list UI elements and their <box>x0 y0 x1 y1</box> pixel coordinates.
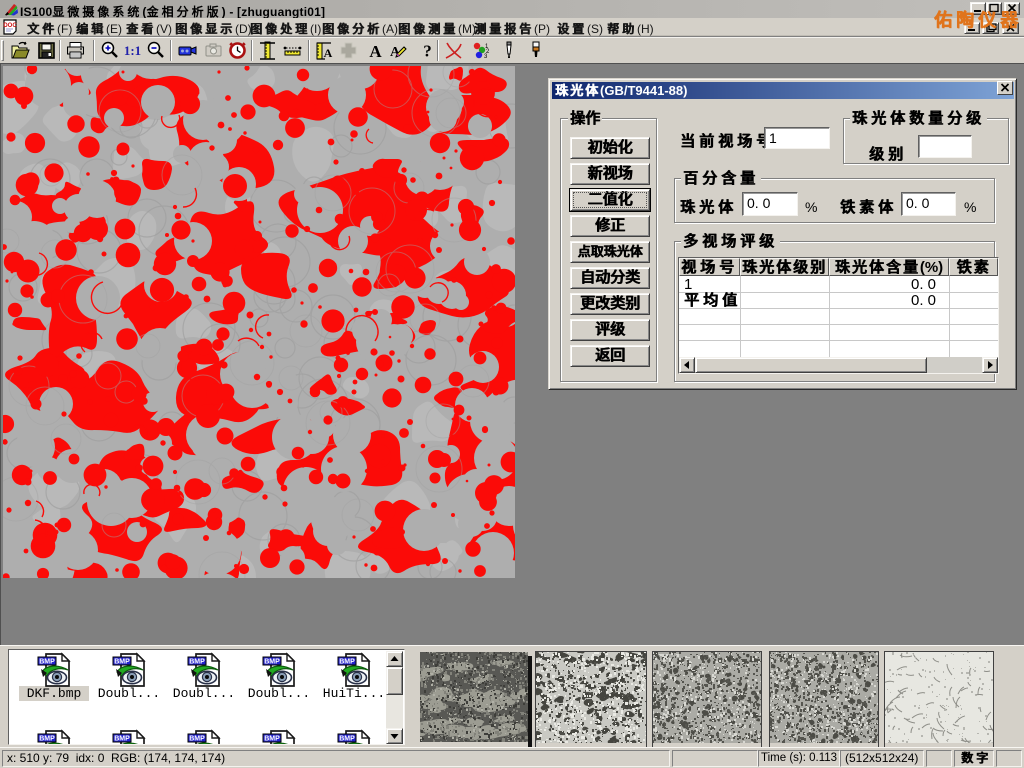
svg-text:BMP: BMP <box>189 736 205 743</box>
svg-text:A: A <box>324 46 333 60</box>
svg-text:BMP: BMP <box>264 659 280 666</box>
svg-text:BMP: BMP <box>39 659 55 666</box>
svg-text:BMP: BMP <box>339 736 355 743</box>
svg-text:?: ? <box>423 42 432 61</box>
svg-text:BMP: BMP <box>264 736 280 743</box>
svg-text:BMP: BMP <box>114 659 130 666</box>
svg-text:BMP: BMP <box>114 736 130 743</box>
svg-text:BMP: BMP <box>189 659 205 666</box>
svg-text:BMP: BMP <box>39 736 55 743</box>
svg-text:A: A <box>369 42 382 61</box>
svg-text:1:1: 1:1 <box>124 43 141 58</box>
svg-text:DOC: DOC <box>3 23 17 29</box>
svg-text:BMP: BMP <box>339 659 355 666</box>
